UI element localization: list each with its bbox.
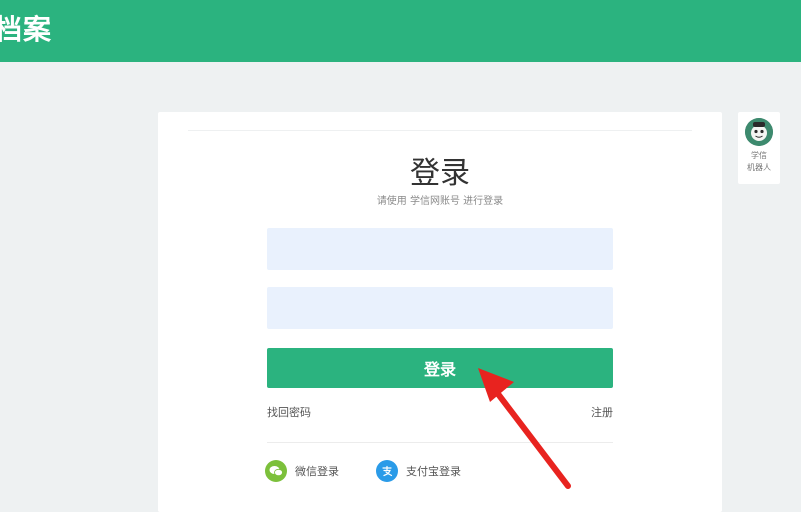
assistant-robot-widget[interactable]: 学信 机器人 xyxy=(738,112,780,184)
social-divider xyxy=(267,442,613,443)
login-button[interactable]: 登录 xyxy=(267,348,613,388)
wechat-icon xyxy=(265,460,287,482)
password-input[interactable] xyxy=(267,287,613,329)
top-navigation-bar: 档案 xyxy=(0,0,801,62)
alipay-login-label: 支付宝登录 xyxy=(406,465,461,478)
robot-label-line2: 机器人 xyxy=(747,163,771,172)
register-link[interactable]: 注册 xyxy=(585,404,613,420)
login-card: 登录 请使用 学信网账号 进行登录 登录 找回密码 注册 微信登录 支付宝登录 xyxy=(158,112,722,512)
robot-avatar-icon xyxy=(745,118,773,146)
login-subtitle: 请使用 学信网账号 进行登录 xyxy=(376,196,504,207)
login-title: 登录 xyxy=(410,156,470,191)
site-brand-title: 档案 xyxy=(0,13,53,46)
card-divider-top xyxy=(188,130,692,131)
alipay-icon xyxy=(376,460,398,482)
alipay-login-button[interactable]: 支付宝登录 xyxy=(376,459,461,483)
robot-label: 学信 机器人 xyxy=(738,150,780,174)
wechat-login-button[interactable]: 微信登录 xyxy=(265,459,339,483)
forgot-password-link[interactable]: 找回密码 xyxy=(267,404,311,420)
robot-label-line1: 学信 xyxy=(751,151,767,160)
username-input[interactable] xyxy=(267,228,613,270)
wechat-login-label: 微信登录 xyxy=(295,465,339,478)
